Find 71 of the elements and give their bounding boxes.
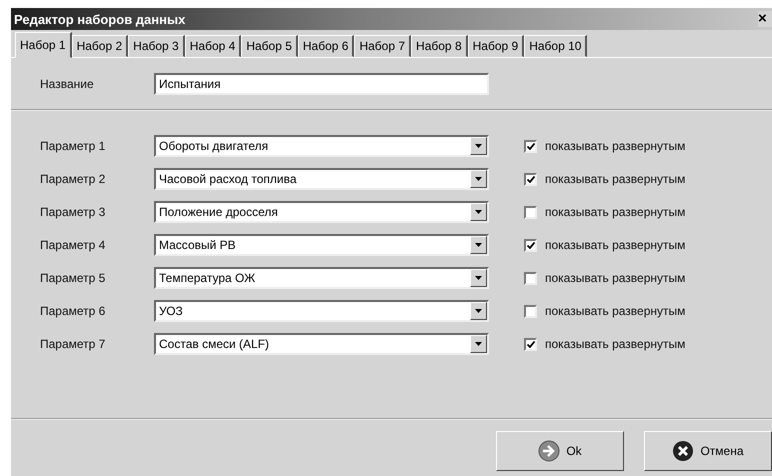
tab[interactable]: Набор 10 bbox=[524, 35, 588, 57]
tab[interactable]: Набор 9 bbox=[468, 35, 524, 57]
checkbox[interactable] bbox=[524, 238, 537, 252]
checkbox-label: показывать развернутым bbox=[545, 337, 686, 351]
dropdown-button[interactable] bbox=[470, 170, 487, 188]
parameter-label: Параметр 4 bbox=[40, 238, 106, 252]
dropdown-button[interactable] bbox=[470, 302, 487, 320]
arrow-right-icon bbox=[538, 440, 560, 462]
checkbox[interactable] bbox=[524, 338, 537, 350]
parameter-dropdown[interactable]: Положение дросселя bbox=[154, 201, 489, 223]
parameter-label: Параметр 1 bbox=[40, 139, 106, 153]
cancel-button[interactable]: Отмена bbox=[644, 431, 772, 471]
checkbox[interactable] bbox=[524, 172, 537, 186]
dropdown-value: Температура ОЖ bbox=[158, 271, 256, 285]
checkbox-label: показывать развернутым bbox=[545, 205, 686, 219]
tab[interactable]: Набор 1 bbox=[15, 32, 72, 58]
parameter-dropdown[interactable]: Обороты двигателя bbox=[154, 135, 489, 157]
tab[interactable]: Набор 8 bbox=[411, 35, 468, 57]
ok-button[interactable]: Ok bbox=[496, 431, 624, 471]
tab[interactable]: Набор 2 bbox=[72, 35, 128, 57]
parameter-label: Параметр 3 bbox=[40, 205, 106, 219]
dropdown-value: Положение дросселя bbox=[158, 205, 278, 219]
parameter-label: Параметр 5 bbox=[40, 271, 106, 285]
dropdown-button[interactable] bbox=[470, 137, 487, 155]
parameter-dropdown[interactable]: УОЗ bbox=[154, 300, 489, 322]
parameter-dropdown[interactable]: Часовой расход топлива bbox=[154, 168, 489, 190]
check-icon bbox=[526, 340, 534, 348]
checkbox-label: показывать развернутым bbox=[545, 304, 686, 318]
tab[interactable]: Набор 6 bbox=[298, 35, 354, 57]
parameter-dropdown[interactable]: Состав смеси (ALF) bbox=[154, 333, 489, 355]
name-input[interactable]: Испытания bbox=[154, 73, 489, 95]
caret-icon bbox=[475, 177, 482, 181]
checkbox[interactable] bbox=[524, 206, 537, 218]
dropdown-value: Обороты двигателя bbox=[158, 139, 268, 153]
caret-icon bbox=[475, 342, 482, 346]
checkbox-label: показывать развернутым bbox=[545, 271, 686, 285]
tab[interactable]: Набор 4 bbox=[184, 35, 242, 57]
caret-icon bbox=[475, 243, 482, 247]
field-label: Название bbox=[40, 77, 95, 91]
checkbox-label: показывать развернутым bbox=[545, 238, 686, 252]
parameter-dropdown[interactable]: Температура ОЖ bbox=[154, 267, 489, 289]
dropdown-button[interactable] bbox=[470, 269, 487, 287]
window-title: Редактор наборов данных bbox=[14, 12, 186, 26]
dropdown-value: УОЗ bbox=[158, 304, 183, 318]
caret-icon bbox=[475, 276, 482, 280]
tab[interactable]: Набор 7 bbox=[354, 35, 412, 57]
caret-icon bbox=[475, 309, 482, 313]
checkbox[interactable] bbox=[524, 304, 537, 318]
checkbox[interactable] bbox=[524, 272, 537, 284]
checkbox[interactable] bbox=[524, 140, 537, 152]
dropdown-value: Часовой расход топлива bbox=[158, 172, 297, 186]
check-icon bbox=[526, 176, 534, 182]
dropdown-value: Массовый РВ bbox=[158, 238, 236, 252]
parameter-label: Параметр 7 bbox=[40, 337, 106, 351]
dropdown-button[interactable] bbox=[470, 203, 487, 221]
tab[interactable]: Набор 3 bbox=[128, 35, 185, 57]
checkbox-label: показывать развернутым bbox=[545, 172, 686, 186]
parameter-label: Параметр 6 bbox=[40, 304, 106, 318]
parameter-label: Параметр 2 bbox=[40, 172, 106, 186]
close-icon bbox=[672, 440, 694, 462]
dropdown-button[interactable] bbox=[470, 236, 487, 254]
parameter-dropdown[interactable]: Массовый РВ bbox=[154, 234, 489, 256]
tab[interactable]: Набор 5 bbox=[241, 35, 298, 57]
dropdown-button[interactable] bbox=[470, 335, 487, 353]
caret-icon bbox=[475, 144, 482, 148]
check-icon bbox=[526, 242, 534, 248]
checkbox-label: показывать развернутым bbox=[545, 139, 686, 153]
check-icon bbox=[526, 142, 534, 150]
dropdown-value: Состав смеси (ALF) bbox=[158, 337, 270, 351]
caret-icon bbox=[475, 210, 482, 214]
close-button[interactable]: × bbox=[758, 11, 772, 27]
